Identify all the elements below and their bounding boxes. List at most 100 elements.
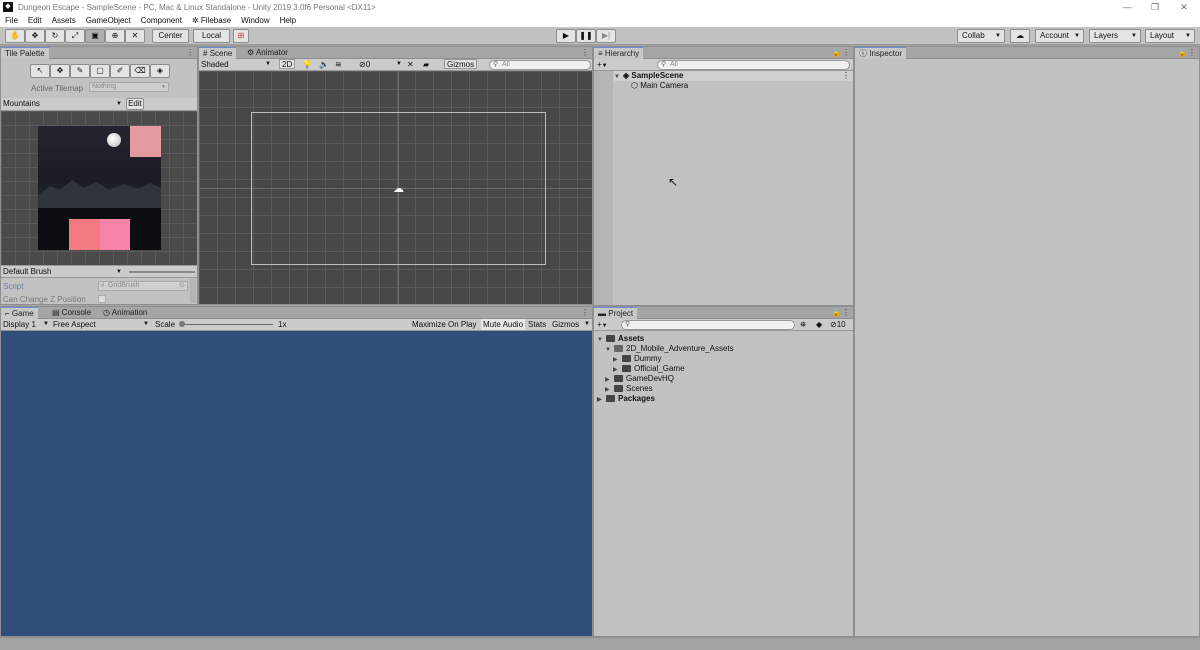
move-tool-button[interactable]: ✥ bbox=[25, 29, 45, 43]
audio-icon[interactable]: 🔈 bbox=[319, 59, 329, 70]
menu-filebase[interactable]: ✲ Filebase bbox=[187, 16, 236, 25]
salmon-tile[interactable] bbox=[69, 219, 100, 250]
minimize-button[interactable]: — bbox=[1113, 0, 1141, 14]
kebab-menu-icon[interactable]: ⋮ bbox=[842, 47, 850, 58]
rect-tool-button[interactable]: ▣ bbox=[85, 29, 105, 43]
pause-button[interactable]: ❚❚ bbox=[576, 29, 596, 43]
account-dropdown[interactable]: Account ▼ bbox=[1035, 29, 1084, 43]
menu-help[interactable]: Help bbox=[275, 16, 301, 25]
active-tilemap-dropdown[interactable]: Nothing ▼ bbox=[89, 82, 169, 92]
kebab-menu-icon[interactable]: ⋮ bbox=[842, 307, 850, 318]
mute-audio-toggle[interactable]: Mute Audio bbox=[481, 319, 526, 330]
create-asset-button[interactable]: +▼ bbox=[597, 319, 608, 330]
chevron-down-icon[interactable]: ▼ bbox=[584, 319, 590, 330]
tab-inspector[interactable]: ⓘ Inspector bbox=[855, 47, 907, 59]
play-button[interactable]: ▶ bbox=[556, 29, 576, 43]
layers-dropdown[interactable]: Layers ▼ bbox=[1089, 29, 1141, 43]
lock-icon[interactable]: 🔒 bbox=[1177, 47, 1187, 58]
snap-button[interactable]: ⊞ bbox=[233, 29, 249, 43]
collab-dropdown[interactable]: Collab ▼ bbox=[957, 29, 1005, 43]
camera-icon[interactable]: ▰ bbox=[423, 59, 429, 70]
script-field[interactable]: # GridBrush ⊙ bbox=[98, 281, 188, 291]
edit-palette-button[interactable]: Edit bbox=[126, 98, 144, 110]
cloud-button[interactable]: ☁ bbox=[1010, 29, 1030, 43]
hierarchy-search-input[interactable]: ⚲ All bbox=[657, 60, 850, 70]
tab-console[interactable]: ▤ Console bbox=[48, 307, 95, 319]
project-row-scenes[interactable]: ▶ Scenes bbox=[605, 384, 653, 394]
gizmos-dropdown[interactable]: Gizmos bbox=[444, 59, 478, 69]
tab-animation[interactable]: ◷ Animation bbox=[99, 307, 151, 319]
kebab-menu-icon[interactable]: ⋮ bbox=[842, 71, 850, 81]
kebab-menu-icon[interactable]: ⋮ bbox=[581, 307, 589, 318]
lock-icon[interactable]: 🔒 bbox=[831, 47, 841, 58]
scene-view[interactable]: ☁ bbox=[199, 71, 592, 304]
lock-icon[interactable]: 🔒 bbox=[831, 307, 841, 318]
game-view[interactable] bbox=[1, 331, 592, 636]
tab-animator[interactable]: ⚙ Animator bbox=[243, 47, 292, 59]
eraser-tool-button[interactable]: ⌫ bbox=[130, 64, 150, 78]
restore-button[interactable]: ❐ bbox=[1141, 0, 1169, 14]
pink-tile[interactable] bbox=[130, 126, 161, 157]
hand-tool-button[interactable]: ✋ bbox=[5, 29, 25, 43]
scale-tool-button[interactable]: ⤢ bbox=[65, 29, 85, 43]
move-tile-button[interactable]: ✥ bbox=[50, 64, 70, 78]
layout-dropdown[interactable]: Layout ▼ bbox=[1145, 29, 1195, 43]
project-row-packages[interactable]: ▶ Packages bbox=[597, 394, 655, 404]
menu-assets[interactable]: Assets bbox=[47, 16, 81, 25]
camera-gizmo-icon[interactable]: ☁ bbox=[393, 182, 404, 195]
hidden-objects-toggle[interactable]: ⊘0 bbox=[359, 59, 370, 70]
tab-scene[interactable]: # Scene bbox=[199, 47, 237, 59]
transform-tool-button[interactable]: ⊕ bbox=[105, 29, 125, 43]
lighting-icon[interactable]: 💡 bbox=[302, 59, 312, 70]
palette-dropdown[interactable]: Mountains ▼ bbox=[1, 98, 125, 110]
custom-tool-button[interactable]: ✕ bbox=[125, 29, 145, 43]
step-button[interactable]: ▶| bbox=[596, 29, 616, 43]
label-tag-icon[interactable]: ◆ bbox=[816, 319, 822, 330]
paint-tool-button[interactable]: ✎ bbox=[70, 64, 90, 78]
scale-slider-track[interactable] bbox=[181, 324, 273, 325]
menu-gameobject[interactable]: GameObject bbox=[81, 16, 136, 25]
maximize-on-play-toggle[interactable]: Maximize On Play bbox=[412, 319, 476, 330]
pivot-center-button[interactable]: Center bbox=[152, 29, 189, 43]
rotate-tool-button[interactable]: ↻ bbox=[45, 29, 65, 43]
scene-root-row[interactable]: ▼ ◈ SampleScene ⋮ bbox=[614, 71, 853, 81]
shading-dropdown[interactable]: Shaded ▼ bbox=[201, 59, 273, 70]
rose-tile[interactable] bbox=[100, 219, 130, 250]
fill-tool-button[interactable]: ◈ bbox=[150, 64, 170, 78]
scale-slider-handle[interactable] bbox=[179, 321, 185, 327]
kebab-menu-icon[interactable]: ⋮ bbox=[581, 47, 589, 58]
kebab-menu-icon[interactable]: ⋮ bbox=[1188, 47, 1196, 58]
effects-icon[interactable]: ≋ bbox=[335, 59, 342, 70]
scene-search-input[interactable]: ⚲ All bbox=[489, 60, 591, 70]
tab-tile-palette[interactable]: Tile Palette bbox=[1, 47, 49, 59]
display-dropdown[interactable]: Display 1 ▼ bbox=[3, 319, 49, 330]
tools-icon[interactable]: ✕ bbox=[407, 59, 414, 70]
close-button[interactable]: ✕ bbox=[1170, 0, 1198, 14]
z-position-checkbox[interactable] bbox=[98, 295, 106, 303]
picker-tool-button[interactable]: ✐ bbox=[110, 64, 130, 78]
project-row-official-game[interactable]: ▶ Official_Game bbox=[613, 364, 685, 374]
tab-game[interactable]: ⌐ Game bbox=[1, 307, 38, 319]
menu-window[interactable]: Window bbox=[236, 16, 274, 25]
scrollbar[interactable] bbox=[190, 279, 196, 303]
select-tool-button[interactable]: ↖ bbox=[30, 64, 50, 78]
pivot-local-button[interactable]: Local bbox=[193, 29, 230, 43]
game-gizmos-dropdown[interactable]: Gizmos bbox=[552, 319, 579, 330]
kebab-menu-icon[interactable]: ⋮ bbox=[186, 47, 194, 58]
menu-edit[interactable]: Edit bbox=[23, 16, 47, 25]
palette-grid[interactable] bbox=[1, 111, 197, 265]
chevron-down-icon[interactable]: ▼ bbox=[396, 59, 402, 70]
filter-type-icon[interactable]: ⛯ bbox=[800, 319, 806, 330]
aspect-dropdown[interactable]: Free Aspect ▼ bbox=[53, 319, 151, 330]
menu-component[interactable]: Component bbox=[136, 16, 187, 25]
project-row-dummy[interactable]: ▶ Dummy bbox=[613, 354, 662, 364]
box-fill-button[interactable]: ▢ bbox=[90, 64, 110, 78]
hidden-packages-toggle[interactable]: ⊘10 bbox=[830, 319, 846, 330]
tab-project[interactable]: ▬ Project bbox=[594, 307, 638, 319]
brush-dropdown[interactable]: Default Brush ▼ bbox=[1, 266, 125, 278]
stats-toggle[interactable]: Stats bbox=[528, 319, 546, 330]
hierarchy-item-main-camera[interactable]: ⬡ Main Camera bbox=[631, 81, 688, 91]
create-button[interactable]: +▼ bbox=[597, 59, 608, 70]
project-row-gamedevhq[interactable]: ▶ GameDevHQ bbox=[605, 374, 674, 384]
project-row-assets[interactable]: ▼ Assets bbox=[597, 334, 644, 344]
